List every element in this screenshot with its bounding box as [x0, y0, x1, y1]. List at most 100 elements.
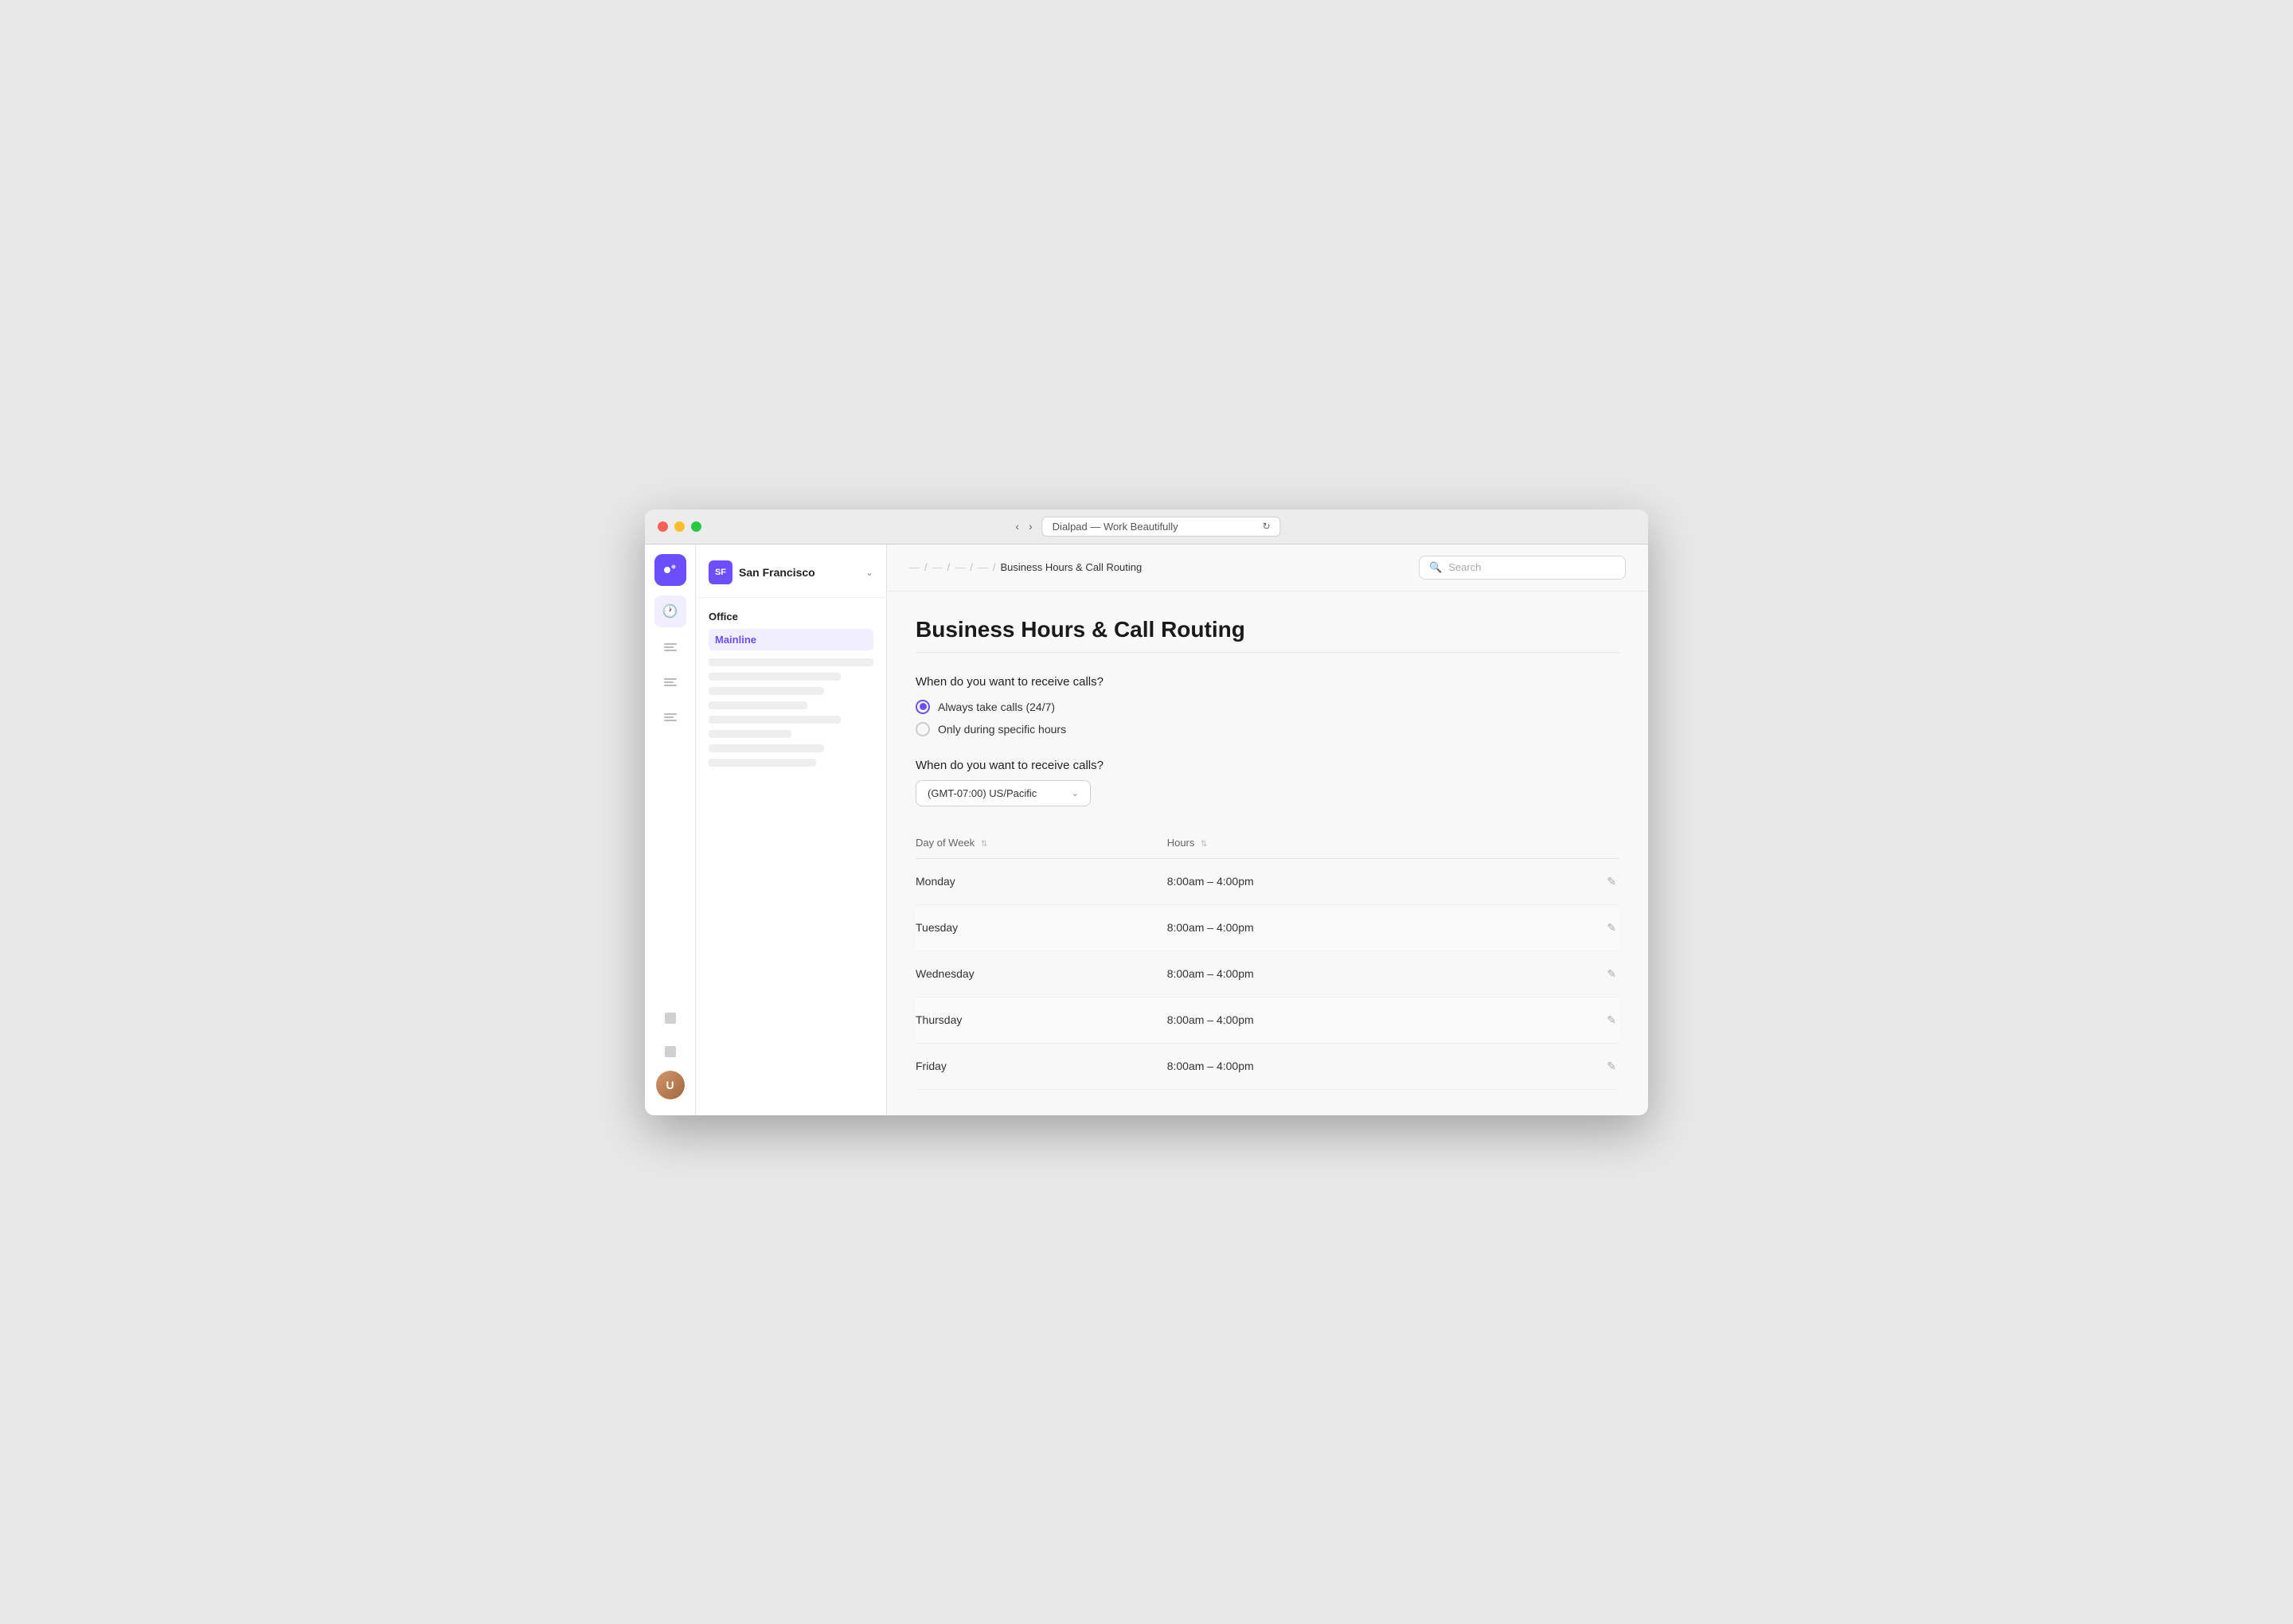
edit-row-button[interactable]: ✎: [1604, 1056, 1619, 1076]
dow-sort-icon[interactable]: ⇅: [981, 840, 987, 849]
icon-sidebar-bottom: U: [656, 1004, 685, 1106]
app-window: ‹ › Dialpad — Work Beautifully ↻ 🕐: [645, 509, 1648, 1115]
search-box[interactable]: 🔍: [1419, 556, 1626, 580]
table-row: Friday 8:00am – 4:00pm ✎: [916, 1043, 1619, 1089]
org-chevron-icon: ⌄: [865, 567, 873, 578]
cell-day: Monday: [916, 858, 1167, 904]
col-header-dow: Day of Week ⇅: [916, 829, 1167, 859]
radio-circle-specific[interactable]: [916, 722, 930, 736]
app-body: 🕐: [645, 545, 1648, 1115]
nav-sidebar: SF San Francisco ⌄ Office Mainline: [696, 545, 887, 1115]
radio-label-247: Always take calls (24/7): [938, 701, 1055, 713]
icon-sidebar-top: 🕐: [654, 554, 686, 997]
cell-day: Tuesday: [916, 904, 1167, 951]
recents-nav-icon[interactable]: 🕐: [654, 595, 686, 627]
avatar-placeholder: U: [656, 1071, 685, 1099]
nav-placeholder-8: [709, 759, 816, 767]
back-arrow[interactable]: ‹: [1012, 518, 1022, 534]
nav-placeholder-6: [709, 730, 791, 738]
nav-icon-4[interactable]: [656, 704, 685, 732]
breadcrumb-part-3: —: [955, 561, 965, 573]
table-row: Monday 8:00am – 4:00pm ✎: [916, 858, 1619, 904]
timezone-selector[interactable]: (GMT-07:00) US/Pacific ⌄: [916, 780, 1091, 806]
timezone-question: When do you want to receive calls?: [916, 759, 1619, 772]
radio-label-specific: Only during specific hours: [938, 723, 1066, 736]
nav-placeholder-7: [709, 744, 824, 752]
breadcrumb-part-2: —: [932, 561, 943, 573]
edit-row-button[interactable]: ✎: [1604, 1010, 1619, 1030]
cell-action: ✎: [1544, 997, 1619, 1043]
nav-placeholder-4: [709, 701, 807, 709]
main-header: — / — / — / — / Business Hours & Call Ro…: [887, 545, 1648, 591]
col-header-hours: Hours ⇅: [1167, 829, 1545, 859]
nav-section-office: Office Mainline: [696, 598, 886, 773]
nav-placeholder-5: [709, 716, 841, 724]
nav-placeholder-group-2: [709, 687, 873, 773]
radio-circle-247[interactable]: [916, 700, 930, 714]
sidebar-item-mainline[interactable]: Mainline: [709, 629, 873, 650]
maximize-button[interactable]: [691, 521, 701, 532]
icon-sidebar: 🕐: [645, 545, 696, 1115]
table-header: Day of Week ⇅ Hours ⇅: [916, 829, 1619, 859]
breadcrumb-part-1: —: [909, 561, 920, 573]
hours-sort-icon[interactable]: ⇅: [1201, 840, 1207, 849]
cell-hours: 8:00am – 4:00pm: [1167, 858, 1545, 904]
titlebar-center: ‹ › Dialpad — Work Beautifully ↻: [1012, 517, 1280, 537]
breadcrumb-sep-4: /: [993, 561, 996, 573]
nav-placeholder-1: [709, 658, 873, 666]
forward-arrow[interactable]: ›: [1025, 518, 1036, 534]
timezone-value: (GMT-07:00) US/Pacific: [928, 787, 1037, 799]
breadcrumb-sep-3: /: [970, 561, 973, 573]
window-title: Dialpad — Work Beautifully: [1053, 521, 1178, 533]
main-content: — / — / — / — / Business Hours & Call Ro…: [887, 545, 1648, 1115]
table-row: Tuesday 8:00am – 4:00pm ✎: [916, 904, 1619, 951]
close-button[interactable]: [658, 521, 668, 532]
nav-icon-3[interactable]: [656, 669, 685, 697]
page-title: Business Hours & Call Routing: [916, 617, 1619, 642]
search-input[interactable]: [1448, 561, 1615, 573]
nav-header: SF San Francisco ⌄: [696, 557, 886, 598]
divider-top: [916, 652, 1619, 653]
cell-action: ✎: [1544, 1043, 1619, 1089]
org-badge: SF: [709, 560, 732, 584]
cell-action: ✎: [1544, 858, 1619, 904]
cell-action: ✎: [1544, 951, 1619, 997]
url-bar: Dialpad — Work Beautifully ↻: [1042, 517, 1281, 537]
org-selector[interactable]: SF San Francisco ⌄: [709, 557, 873, 588]
breadcrumb: — / — / — / — / Business Hours & Call Ro…: [909, 561, 1142, 573]
nav-placeholder-group: [709, 652, 873, 687]
breadcrumb-current: Business Hours & Call Routing: [1001, 561, 1143, 573]
schedule-tbody: Monday 8:00am – 4:00pm ✎ Tuesday 8:00am …: [916, 858, 1619, 1089]
minimize-button[interactable]: [674, 521, 685, 532]
timezone-section: When do you want to receive calls? (GMT-…: [916, 759, 1619, 806]
cell-hours: 8:00am – 4:00pm: [1167, 904, 1545, 951]
table-row: Wednesday 8:00am – 4:00pm ✎: [916, 951, 1619, 997]
cell-day: Friday: [916, 1043, 1167, 1089]
nav-icon-2[interactable]: [656, 634, 685, 662]
radio-option-247[interactable]: Always take calls (24/7): [916, 700, 1619, 714]
cell-day: Thursday: [916, 997, 1167, 1043]
cell-hours: 8:00am – 4:00pm: [1167, 951, 1545, 997]
square-icon-1[interactable]: [656, 1004, 685, 1033]
edit-row-button[interactable]: ✎: [1604, 872, 1619, 892]
breadcrumb-part-4: —: [978, 561, 988, 573]
square-icon-2[interactable]: [656, 1037, 685, 1066]
cell-action: ✎: [1544, 904, 1619, 951]
refresh-icon[interactable]: ↻: [1263, 521, 1271, 532]
user-avatar[interactable]: U: [656, 1071, 685, 1099]
app-logo[interactable]: [654, 554, 686, 586]
breadcrumb-sep-2: /: [947, 561, 951, 573]
schedule-table: Day of Week ⇅ Hours ⇅ Monday 8:00am –: [916, 829, 1619, 1090]
nav-placeholder-2: [709, 673, 841, 681]
breadcrumb-sep-1: /: [924, 561, 928, 573]
edit-row-button[interactable]: ✎: [1604, 964, 1619, 984]
traffic-lights: [658, 521, 701, 532]
radio-group-calls: Always take calls (24/7) Only during spe…: [916, 700, 1619, 736]
titlebar: ‹ › Dialpad — Work Beautifully ↻: [645, 509, 1648, 545]
section-label: Office: [709, 607, 873, 626]
radio-option-specific[interactable]: Only during specific hours: [916, 722, 1619, 736]
search-icon: 🔍: [1429, 561, 1442, 574]
edit-row-button[interactable]: ✎: [1604, 918, 1619, 938]
timezone-chevron-icon: ⌄: [1072, 788, 1079, 798]
nav-placeholder-3: [709, 687, 824, 695]
